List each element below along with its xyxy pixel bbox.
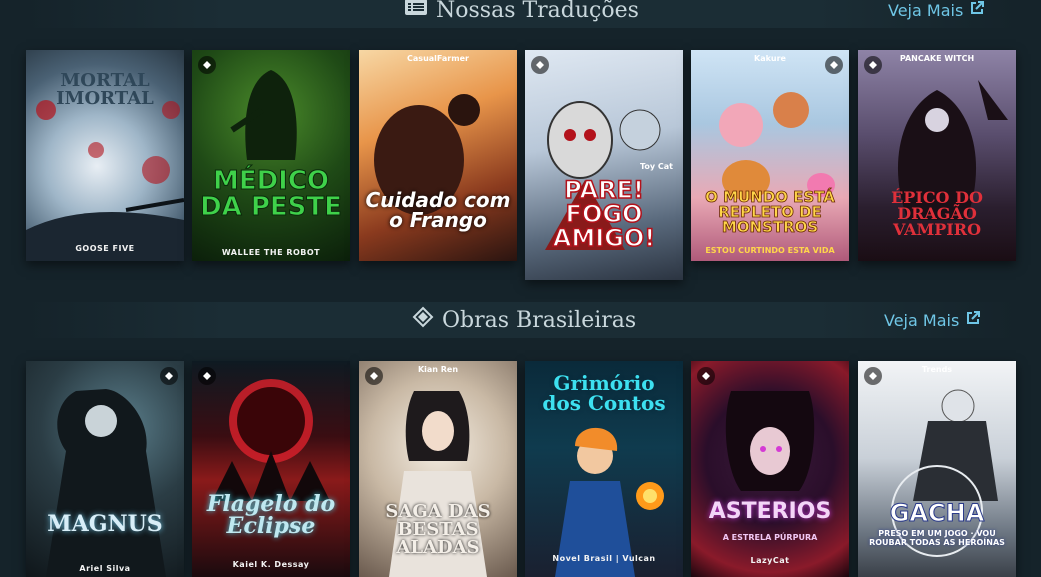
cover-title: Cuidado com o Frango — [365, 188, 511, 232]
cover-subtitle: PRESO EM UM JOGO · VOU ROUBAR TODAS AS H… — [869, 529, 1005, 547]
cover-title: O MUNDO ESTÁ REPLETO DE MONSTROS — [705, 188, 836, 236]
cover-top-text: Trends — [921, 365, 953, 374]
cover-author: GOOSE FIVE — [75, 244, 135, 253]
section-header-traducoes: Nossas Traduções Veja Mais — [26, 0, 1016, 28]
cover-title: PARE! FOGO AMIGO! — [552, 176, 656, 252]
veja-mais-label: Veja Mais — [884, 310, 960, 330]
book-card-gacha[interactable]: Trends GACHA PRESO EM UM JOGO · VOU ROUB… — [858, 361, 1016, 577]
section-title-text: Obras Brasileiras — [442, 307, 637, 333]
site-logo-icon — [697, 367, 715, 385]
veja-mais-label: Veja Mais — [888, 0, 964, 20]
cover-title: Flagelo do Eclipse — [206, 491, 336, 539]
section-header-obras-brasileiras: Obras Brasileiras Veja Mais — [26, 302, 1016, 338]
book-card-asterios[interactable]: ASTERIOS A ESTRELA PÚRPURA LazyCat — [691, 361, 849, 577]
cover-author: Kaiel K. Dessay — [232, 560, 310, 569]
cover-art — [192, 50, 350, 261]
cover-title: MAGNUS — [47, 511, 163, 537]
cover-top-text: Kian Ren — [417, 365, 459, 374]
cover-title: Grimório dos Contos — [542, 371, 666, 415]
book-card-saga-bestas-aladas[interactable]: Kian Ren SAGA DAS BESTAS ALADAS — [359, 361, 517, 577]
book-card-pare-fogo-amigo[interactable]: Toy Cat PARE! FOGO AMIGO! — [525, 50, 683, 280]
cover-subtitle: ESTOU CURTINDO ESTA VIDA — [705, 246, 835, 255]
cover-title: ÉPICO DO DRAGÃO VAMPIRO — [891, 188, 983, 239]
book-list-icon — [404, 0, 428, 23]
section-title-obras: Obras Brasileiras — [412, 302, 636, 338]
book-card-grimorio-dos-contos[interactable]: Grimório dos Contos Novel Brasil | Vulca… — [525, 361, 683, 577]
cover-top-text: PANCAKE WITCH — [899, 54, 975, 63]
site-logo-icon — [198, 56, 216, 74]
cover-title: GACHA — [889, 499, 985, 527]
book-card-magnus[interactable]: MAGNUS Ariel Silva — [26, 361, 184, 577]
site-logo-icon — [198, 367, 216, 385]
book-card-mortal-imortal[interactable]: MORTAL IMORTAL GOOSE FIVE — [26, 50, 184, 261]
cover-author: Novel Brasil | Vulcan — [552, 554, 656, 563]
cover-subtitle: A ESTRELA PÚRPURA — [722, 533, 818, 542]
diamond-logo-icon — [412, 306, 434, 334]
cover-top-text: Toy Cat — [640, 162, 673, 171]
cover-author: Ariel Silva — [79, 564, 131, 573]
cover-title: SAGA DAS BESTAS ALADAS — [385, 501, 491, 558]
book-card-flagelo-do-eclipse[interactable]: Flagelo do Eclipse Kaiel K. Dessay — [192, 361, 350, 577]
cover-title: MÉDICO DA PESTE — [200, 166, 343, 222]
book-card-medico-da-peste[interactable]: MÉDICO DA PESTE WALLEE THE ROBOT — [192, 50, 350, 261]
site-logo-icon — [531, 56, 549, 74]
cover-art — [691, 361, 849, 577]
external-link-icon — [969, 0, 985, 20]
section-title-traducoes: Nossas Traduções — [404, 0, 639, 28]
veja-mais-obras-link[interactable]: Veja Mais — [884, 302, 981, 338]
cover-author: WALLEE THE ROBOT — [221, 248, 321, 257]
site-logo-icon — [864, 56, 882, 74]
cover-art — [26, 361, 184, 577]
book-card-mundo-repleto-monstros[interactable]: Kakure O MUNDO ESTÁ REPLETO DE MONSTROS … — [691, 50, 849, 261]
veja-mais-traducoes-link[interactable]: Veja Mais — [888, 0, 985, 28]
external-link-icon — [965, 310, 981, 330]
site-logo-icon — [825, 56, 843, 74]
book-card-cuidado-com-o-frango[interactable]: CasualFarmer Cuidado com o Frango — [359, 50, 517, 261]
cover-top-text: CasualFarmer — [407, 54, 469, 63]
page: Nossas Traduções Veja Mais MORTAL IMORTA… — [0, 0, 1041, 577]
site-logo-icon — [160, 367, 178, 385]
book-card-epico-dragao-vampiro[interactable]: PANCAKE WITCH ÉPICO DO DRAGÃO VAMPIRO — [858, 50, 1016, 261]
section-title-text: Nossas Traduções — [436, 0, 639, 23]
cover-title: MORTAL IMORTAL — [56, 70, 154, 109]
cover-art — [192, 361, 350, 577]
cover-author: LazyCat — [750, 556, 790, 565]
cover-title: ASTERIOS — [708, 499, 832, 524]
